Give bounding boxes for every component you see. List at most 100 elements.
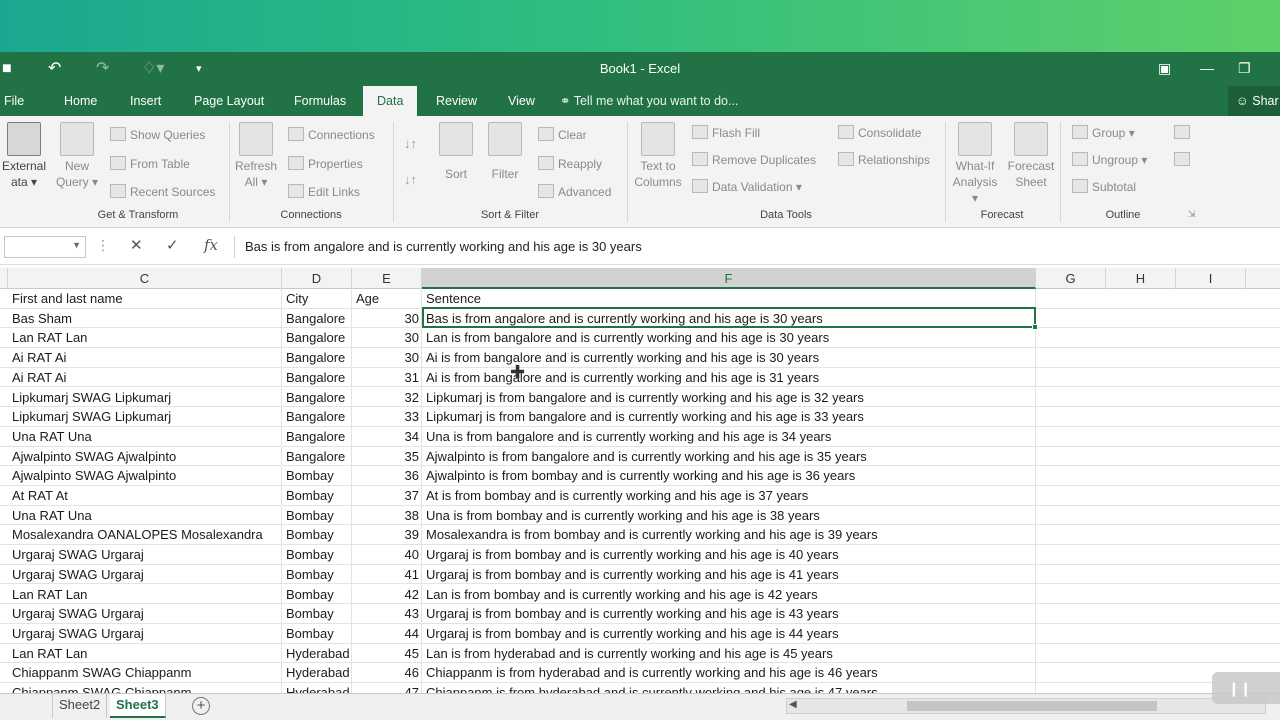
what-if-analysis-button[interactable]: What-If Analysis ▾	[948, 122, 1002, 206]
ribbon-display-options-icon[interactable]: ▣	[1158, 58, 1171, 78]
cell-city[interactable]: Bombay	[282, 505, 352, 526]
cell-city[interactable]: Bangalore	[282, 348, 352, 368]
get-external-data-button[interactable]: External ata ▾	[0, 122, 48, 190]
refresh-all-button[interactable]: Refresh All ▾	[232, 122, 280, 190]
cell-city[interactable]: Bombay	[282, 466, 352, 486]
cell-age[interactable]: 38	[352, 505, 422, 526]
cell-sentence[interactable]: Lipkumarj is from bangalore and is curre…	[422, 387, 1036, 408]
tab-formulas[interactable]: Formulas	[280, 86, 360, 116]
cell-name[interactable]: Lipkumarj SWAG Lipkumarj	[8, 407, 282, 427]
cell-name[interactable]: Urgaraj SWAG Urgaraj	[8, 623, 282, 644]
cell-city[interactable]: Bombay	[282, 604, 352, 624]
cell-sentence[interactable]: Lan is from hyderabad and is currently w…	[422, 643, 1036, 664]
cell-age[interactable]: Age	[352, 289, 422, 309]
tab-data[interactable]: Data	[363, 86, 418, 116]
subtotal-button[interactable]: Subtotal	[1072, 179, 1136, 194]
group-button[interactable]: Group ▾	[1072, 125, 1135, 140]
cell-city[interactable]: Bombay	[282, 623, 352, 644]
cell-name[interactable]: Ai RAT Ai	[8, 367, 282, 388]
cell-age[interactable]: 46	[352, 663, 422, 683]
filter-button[interactable]: Filter	[482, 122, 528, 182]
ungroup-button[interactable]: Ungroup ▾	[1072, 152, 1147, 167]
cell-city[interactable]: Bangalore	[282, 308, 352, 329]
recent-sources-button[interactable]: Recent Sources	[110, 184, 215, 199]
cell-sentence[interactable]: Una is from bangalore and is currently w…	[422, 426, 1036, 447]
cell-name[interactable]: Chiappanm SWAG Chiappanm	[8, 663, 282, 683]
cell-age[interactable]: 33	[352, 407, 422, 427]
remove-duplicates-button[interactable]: Remove Duplicates	[692, 152, 816, 167]
tab-review[interactable]: Review	[422, 86, 491, 116]
sheet-tab-sheet3[interactable]: Sheet3	[110, 694, 166, 718]
select-all-corner[interactable]	[0, 268, 8, 289]
relationships-button[interactable]: Relationships	[838, 152, 930, 167]
cell-city[interactable]: Bombay	[282, 545, 352, 565]
cell-city[interactable]: Hyderabad	[282, 663, 352, 683]
cell-sentence[interactable]: Urgaraj is from bombay and is currently …	[422, 604, 1036, 624]
cell-name[interactable]: Ajwalpinto SWAG Ajwalpinto	[8, 466, 282, 486]
enter-check-icon[interactable]: ✓	[166, 236, 179, 254]
cell-age[interactable]: 35	[352, 446, 422, 467]
tab-page-layout[interactable]: Page Layout	[180, 86, 278, 116]
insert-function-icon[interactable]: fx	[204, 236, 218, 254]
video-pause-button[interactable]: ❙❙	[1212, 672, 1280, 704]
tab-file[interactable]: File	[0, 86, 38, 116]
cell-city[interactable]: Bangalore	[282, 446, 352, 467]
reapply-button[interactable]: Reapply	[538, 156, 602, 171]
cell-age[interactable]: 47	[352, 683, 422, 693]
cell-sentence[interactable]: Sentence	[422, 289, 1036, 309]
column-header-h[interactable]: H	[1106, 268, 1176, 289]
cell-city[interactable]: Bangalore	[282, 407, 352, 427]
name-box[interactable]: ▼	[4, 236, 86, 258]
hide-detail-icon[interactable]	[1174, 152, 1194, 167]
cell-age[interactable]: 34	[352, 426, 422, 447]
cell-name[interactable]: Urgaraj SWAG Urgaraj	[8, 564, 282, 585]
add-sheet-button[interactable]: +	[192, 697, 210, 715]
properties-button[interactable]: Properties	[288, 156, 363, 171]
column-header-e[interactable]: E	[352, 268, 422, 289]
cell-age[interactable]: 40	[352, 545, 422, 565]
cell-city[interactable]: Bangalore	[282, 426, 352, 447]
cell-sentence[interactable]: Chiappanm is from hyderabad and is curre…	[422, 663, 1036, 683]
cell-sentence[interactable]: Mosalexandra is from bombay and is curre…	[422, 525, 1036, 546]
chevron-down-icon[interactable]: ▼	[72, 240, 81, 250]
sort-z-to-a-icon[interactable]: ↓↑	[404, 172, 417, 187]
tell-me-box[interactable]: ⚭ Tell me what you want to do...	[560, 86, 738, 116]
cell-name[interactable]: At RAT At	[8, 486, 282, 506]
cell-city[interactable]: Hyderabad	[282, 643, 352, 664]
cell-sentence[interactable]: Lan is from bangalore and is currently w…	[422, 328, 1036, 349]
sheet-tab-sheet2[interactable]: Sheet2	[52, 694, 108, 718]
cell-age[interactable]: 45	[352, 643, 422, 664]
cell-sentence[interactable]: Urgaraj is from bombay and is currently …	[422, 545, 1036, 565]
cell-age[interactable]: 39	[352, 525, 422, 546]
cancel-icon[interactable]: ✕	[130, 236, 143, 254]
cell-age[interactable]: 44	[352, 623, 422, 644]
cell-age[interactable]: 42	[352, 584, 422, 605]
cell-age[interactable]: 30	[352, 328, 422, 349]
cell-city[interactable]: Bangalore	[282, 367, 352, 388]
cell-name[interactable]: Urgaraj SWAG Urgaraj	[8, 545, 282, 565]
cell-sentence[interactable]: Urgaraj is from bombay and is currently …	[422, 623, 1036, 644]
formula-bar-grip-icon[interactable]: ⋮	[96, 237, 110, 254]
cell-city[interactable]: Hyderabad	[282, 683, 352, 693]
cell-sentence[interactable]: Ajwalpinto is from bombay and is current…	[422, 466, 1036, 486]
cell-age[interactable]: 32	[352, 387, 422, 408]
cell-name[interactable]: Una RAT Una	[8, 426, 282, 447]
cell-city[interactable]: Bombay	[282, 584, 352, 605]
column-header-d[interactable]: D	[282, 268, 352, 289]
cell-sentence[interactable]: Una is from bombay and is currently work…	[422, 505, 1036, 526]
cell-name[interactable]: Ajwalpinto SWAG Ajwalpinto	[8, 446, 282, 467]
show-detail-icon[interactable]	[1174, 125, 1194, 140]
clear-filter-button[interactable]: Clear	[538, 127, 587, 142]
cell-age[interactable]: 43	[352, 604, 422, 624]
cell-city[interactable]: Bombay	[282, 525, 352, 546]
cell-city[interactable]: City	[282, 289, 352, 309]
column-header-g[interactable]: G	[1036, 268, 1106, 289]
text-to-columns-button[interactable]: Text to Columns	[630, 122, 686, 190]
cell-name[interactable]: Ai RAT Ai	[8, 348, 282, 368]
cell-sentence[interactable]: At is from bombay and is currently worki…	[422, 486, 1036, 506]
cell-city[interactable]: Bangalore	[282, 387, 352, 408]
tab-view[interactable]: View	[494, 86, 549, 116]
column-header-f[interactable]: F	[422, 268, 1036, 289]
sort-a-to-z-icon[interactable]: ↓↑	[404, 136, 417, 151]
cell-sentence[interactable]: Ajwalpinto is from bangalore and is curr…	[422, 446, 1036, 467]
